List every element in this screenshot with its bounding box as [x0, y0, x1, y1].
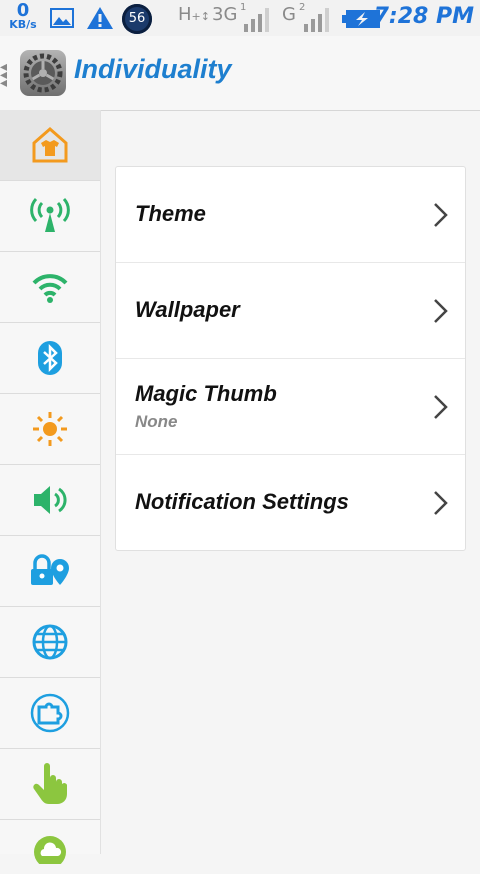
status-bar: 0 KB/s 56 H+↕ 3G 1 G 2 7:28 PM [0, 0, 480, 36]
sidebar-item-theme[interactable] [0, 110, 100, 181]
signal-strength-icon [244, 8, 269, 32]
sidebar-item-cloud[interactable] [0, 820, 100, 874]
individuality-menu-card: Theme Wallpaper Magic Thumb None Notific… [115, 166, 466, 551]
menu-item-title: Wallpaper [135, 297, 240, 322]
antenna-icon [30, 197, 70, 232]
shirt-home-icon [32, 127, 68, 163]
sidebar-item-language[interactable] [0, 607, 100, 678]
network-speed-unit: KB/s [9, 18, 37, 31]
page-title: Individuality [74, 54, 232, 84]
globe-icon [32, 624, 68, 660]
menu-item-title: Magic Thumb [135, 381, 277, 406]
menu-item-subtitle: None [135, 412, 178, 431]
puzzle-icon [30, 693, 70, 733]
back-arrows-icon[interactable]: ◂ ◂ ◂ [0, 59, 7, 89]
menu-item-wallpaper[interactable]: Wallpaper [116, 263, 465, 359]
lock-location-icon [31, 554, 69, 585]
chevron-right-icon [434, 203, 448, 227]
signal-strength-icon [304, 8, 329, 32]
chevron-right-icon [434, 299, 448, 323]
clock: 7:28 PM [373, 4, 474, 29]
menu-item-theme[interactable]: Theme [116, 167, 465, 263]
network2-type: G [282, 4, 296, 25]
sidebar-item-wifi[interactable] [0, 252, 100, 323]
network1-type: 3G [212, 4, 238, 25]
hspa-indicator: H+↕ [178, 4, 210, 25]
hspa-label: H [178, 4, 192, 25]
image-icon [50, 8, 74, 28]
menu-item-magic-thumb[interactable]: Magic Thumb None [116, 359, 465, 455]
sidebar-item-apps[interactable] [0, 678, 100, 749]
warning-icon [87, 7, 113, 29]
chevron-right-icon [434, 491, 448, 515]
sidebar-item-sound[interactable] [0, 465, 100, 536]
sidebar-item-gestures[interactable] [0, 749, 100, 820]
cloud-icon [34, 836, 66, 864]
menu-item-title: Notification Settings [135, 489, 349, 514]
wifi-icon [32, 274, 68, 303]
settings-category-sidebar [0, 110, 101, 864]
hand-icon [33, 763, 67, 804]
sidebar-item-location-security[interactable] [0, 536, 100, 607]
chevron-right-icon [434, 395, 448, 419]
menu-item-title: Theme [135, 201, 206, 226]
notification-count-badge: 56 [122, 4, 152, 34]
settings-gear-icon [20, 50, 66, 96]
sidebar-item-mobile-network[interactable] [0, 181, 100, 252]
menu-item-notification-settings[interactable]: Notification Settings [116, 455, 465, 550]
bluetooth-icon [38, 341, 62, 375]
speaker-icon [34, 486, 67, 514]
sidebar-item-bluetooth[interactable] [0, 323, 100, 394]
network-speed: 0 KB/s [6, 2, 40, 31]
app-header: ◂ ◂ ◂ Individuality [0, 36, 480, 111]
sun-icon [33, 412, 67, 446]
sidebar-item-brightness[interactable] [0, 394, 100, 465]
